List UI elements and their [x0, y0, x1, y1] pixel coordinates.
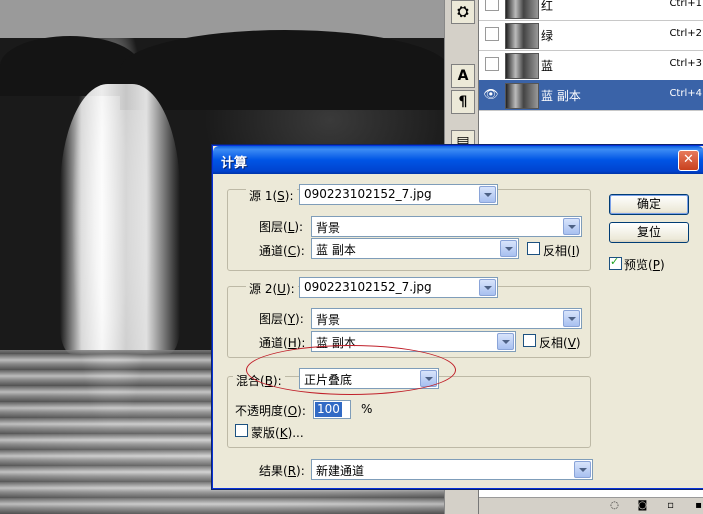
- channel-row-blue[interactable]: 蓝 Ctrl+3: [479, 50, 703, 81]
- source1-layer-select[interactable]: 背景: [311, 216, 582, 237]
- annotation-ellipse: [246, 345, 456, 395]
- visibility-toggle[interactable]: [485, 57, 499, 71]
- dotted-circle-icon[interactable]: ◌: [609, 500, 620, 511]
- chevron-down-icon[interactable]: [500, 240, 517, 257]
- reset-button[interactable]: 复位: [609, 222, 689, 243]
- channel-shortcut: Ctrl+4: [669, 88, 702, 99]
- mask-label: 蒙版(K)...: [251, 426, 304, 440]
- close-icon: ✕: [683, 152, 694, 167]
- source1-channel-label: 通道(C):: [259, 244, 305, 258]
- trash-icon[interactable]: ▪: [693, 500, 703, 511]
- preview-label: 预览(P): [624, 258, 665, 272]
- source1-file-value: 090223102152_7.jpg: [304, 187, 432, 201]
- mask-icon[interactable]: ◙: [637, 500, 648, 511]
- eye-icon[interactable]: 👁: [483, 86, 499, 102]
- opacity-input[interactable]: 100: [313, 400, 351, 419]
- chevron-down-icon[interactable]: [479, 279, 496, 296]
- source1-channel-select[interactable]: 蓝 副本: [311, 238, 519, 259]
- channel-name: 绿: [541, 29, 554, 43]
- close-button[interactable]: ✕: [678, 150, 699, 171]
- dialog-titlebar[interactable]: 计算 ✕: [213, 146, 703, 174]
- channel-thumbnail: [505, 23, 539, 49]
- opacity-unit: %: [361, 402, 373, 416]
- result-select[interactable]: 新建通道: [311, 459, 593, 480]
- source2-file-value: 090223102152_7.jpg: [304, 280, 432, 294]
- source2-layer-select[interactable]: 背景: [311, 308, 582, 329]
- new-channel-icon[interactable]: ▫: [665, 500, 676, 511]
- channel-name: 红: [541, 0, 554, 13]
- channel-shortcut: Ctrl+3: [669, 58, 702, 69]
- source2-layer-label: 图层(Y):: [259, 312, 304, 326]
- result-label: 结果(R):: [259, 464, 305, 478]
- channel-thumbnail: [505, 0, 539, 19]
- opacity-value: 100: [315, 402, 342, 417]
- panel-footer: ◌ ◙ ▫ ▪: [479, 497, 703, 514]
- source1-invert-checkbox[interactable]: [527, 242, 540, 255]
- channel-name: 蓝 副本: [541, 89, 581, 103]
- channel-shortcut: Ctrl+2: [669, 28, 702, 39]
- source2-label: 源 2(U):: [246, 280, 298, 297]
- canvas-foliage: [120, 30, 445, 110]
- channel-row-green[interactable]: 绿 Ctrl+2: [479, 20, 703, 51]
- preview-checkbox[interactable]: [609, 255, 622, 270]
- source1-label: 源 1(S):: [246, 187, 297, 204]
- channel-shortcut: Ctrl+1: [669, 0, 702, 9]
- source2-file-select[interactable]: 090223102152_7.jpg: [299, 277, 498, 298]
- channel-thumbnail: [505, 53, 539, 79]
- source1-layer-label: 图层(L):: [259, 220, 304, 234]
- chevron-down-icon[interactable]: [563, 218, 580, 235]
- mask-checkbox[interactable]: [235, 424, 248, 437]
- paint-bucket-icon[interactable]: ⛭: [451, 0, 475, 24]
- canvas-waterfall: [60, 84, 180, 354]
- source1-channel-value: 蓝 副本: [316, 243, 356, 257]
- chevron-down-icon[interactable]: [563, 310, 580, 327]
- channel-row-blue-copy[interactable]: 👁 蓝 副本 Ctrl+4: [479, 80, 703, 111]
- source1-invert-label: 反相(I): [543, 244, 580, 258]
- chevron-down-icon[interactable]: [574, 461, 591, 478]
- visibility-toggle[interactable]: [485, 27, 499, 41]
- source1-layer-value: 背景: [316, 221, 341, 235]
- ok-button[interactable]: 确定: [609, 194, 689, 215]
- visibility-toggle[interactable]: [485, 0, 499, 11]
- channel-name: 蓝: [541, 59, 554, 73]
- calculations-dialog: 计算 ✕ 源 1(S): 090223102152_7.jpg 图层(L): 背…: [212, 145, 703, 489]
- source1-file-select[interactable]: 090223102152_7.jpg: [299, 184, 498, 205]
- source2-invert-label: 反相(V): [539, 336, 581, 350]
- opacity-label: 不透明度(O):: [235, 404, 306, 418]
- dialog-title: 计算: [221, 156, 248, 171]
- paragraph-icon[interactable]: ¶: [451, 90, 475, 114]
- source2-layer-value: 背景: [316, 313, 341, 327]
- chevron-down-icon[interactable]: [497, 333, 514, 350]
- source2-invert-checkbox[interactable]: [523, 334, 536, 347]
- result-value: 新建通道: [316, 464, 365, 478]
- text-icon[interactable]: A: [451, 64, 475, 88]
- chevron-down-icon[interactable]: [479, 186, 496, 203]
- channel-thumbnail: [505, 83, 539, 109]
- channel-row-red[interactable]: 红 Ctrl+1: [479, 0, 703, 21]
